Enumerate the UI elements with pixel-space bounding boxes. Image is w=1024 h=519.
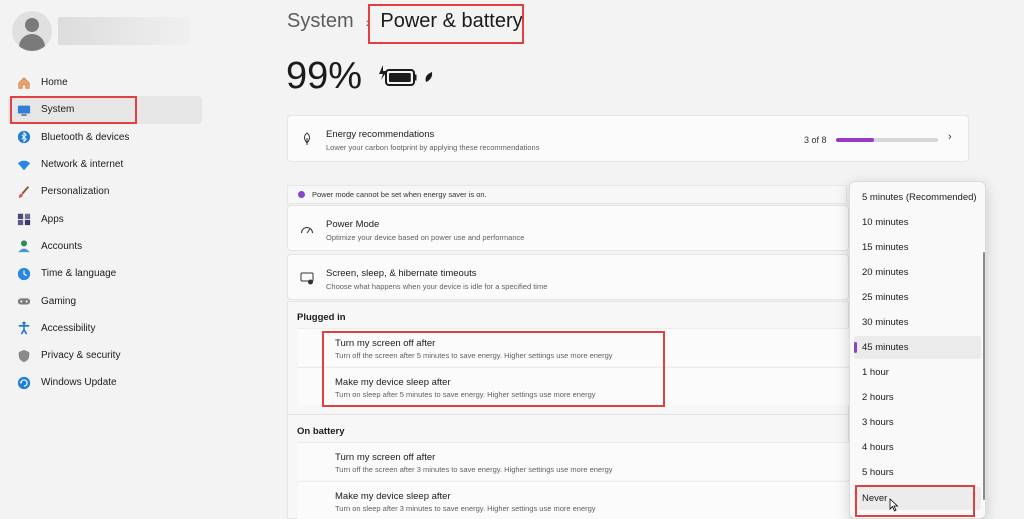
info-dot-icon [298,191,305,198]
plugged-in-label: Plugged in [297,312,346,323]
sidebar-item-network[interactable]: Network & internet [8,151,202,178]
update-icon [17,376,31,390]
brush-icon [17,185,31,199]
sidebar-item-label: Personalization [41,186,110,198]
energy-progress-bar [836,138,938,142]
chevron-right-icon: › [365,13,371,30]
on-battery-label: On battery [297,426,345,437]
dropdown-option[interactable]: 5 hours [854,461,981,484]
apps-icon [17,212,31,226]
energy-subtitle: Lower your carbon footprint by applying … [326,143,540,152]
battery-screen-off-title: Turn my screen off after [335,452,436,463]
sidebar-item-label: Home [41,77,68,89]
plugged-screen-off-title: Turn my screen off after [335,338,436,349]
globe-clock-icon [17,267,31,281]
sidebar-item-label: Accounts [41,240,83,252]
dropdown-option-selected[interactable]: 45 minutes [854,336,981,359]
dropdown-option[interactable]: 2 hours [854,386,981,409]
timeouts-title: Screen, sleep, & hibernate timeouts [326,268,477,279]
sidebar-item-accessibility[interactable]: Accessibility [8,315,202,342]
notice-text: Power mode cannot be set when energy sav… [312,190,487,199]
system-icon [17,103,31,117]
sidebar-item-label: System [41,104,75,116]
energy-progress-fill [836,138,875,142]
battery-sleep-subtitle: Turn on sleep after 3 minutes to save en… [335,504,596,513]
gamepad-icon [17,294,31,308]
sidebar-item-label: Gaming [41,295,77,307]
breadcrumb-parent[interactable]: System [287,10,354,33]
screen-sleep-icon [300,271,314,285]
sidebar-item-label: Apps [41,213,64,225]
mouse-cursor-icon [889,498,899,517]
energy-recommendations-card[interactable]: Energy recommendations Lower your carbon… [287,115,969,162]
username-redacted [58,17,190,45]
wifi-icon [17,158,31,172]
accounts-icon [17,239,31,253]
sidebar-item-bluetooth[interactable]: Bluetooth & devices [8,124,202,151]
breadcrumb: System › Power & battery [287,10,523,33]
dropdown-option[interactable]: 1 hour [854,361,981,384]
chevron-right-icon: › [948,131,952,143]
battery-status: 99% [286,55,434,98]
sidebar-item-system[interactable]: System [8,96,202,124]
dropdown-option[interactable]: 15 minutes [854,236,981,259]
battery-screen-off-row[interactable]: Turn my screen off after Turn off the sc… [298,442,849,480]
bluetooth-icon [17,130,31,144]
dropdown-option-never[interactable]: Never [854,487,981,510]
page-title: Power & battery [380,10,523,32]
avatar[interactable] [12,11,52,51]
timeouts-card[interactable]: Screen, sleep, & hibernate timeouts Choo… [287,254,849,300]
sidebar-item-gaming[interactable]: Gaming [8,287,202,314]
sidebar-item-personalization[interactable]: Personalization [8,178,202,205]
plugged-sleep-title: Make my device sleep after [335,377,451,388]
sidebar-item-apps[interactable]: Apps [8,205,202,232]
plugged-screen-off-row[interactable]: Turn my screen off after Turn off the sc… [298,328,849,366]
battery-screen-off-subtitle: Turn off the screen after 3 minutes to s… [335,465,613,474]
energy-saver-notice: Power mode cannot be set when energy sav… [287,185,847,204]
battery-percent: 99% [286,55,363,97]
leaf-icon [424,71,434,83]
plugged-sleep-row[interactable]: Make my device sleep after Turn on sleep… [298,367,849,405]
sidebar-item-label: Windows Update [41,377,117,389]
shield-icon [17,349,31,363]
sidebar-item-label: Bluetooth & devices [41,131,130,143]
sidebar: Home System Bluetooth & devices Network … [0,0,215,519]
plugged-screen-off-subtitle: Turn off the screen after 5 minutes to s… [335,351,613,360]
battery-sleep-title: Make my device sleep after [335,491,451,502]
dropdown-option[interactable]: 10 minutes [854,211,981,234]
sidebar-item-time-language[interactable]: Time & language [8,260,202,287]
energy-title: Energy recommendations [326,129,435,140]
sidebar-item-windows-update[interactable]: Windows Update [8,369,202,396]
sidebar-item-label: Privacy & security [41,350,121,362]
sidebar-nav: Home System Bluetooth & devices Network … [8,69,202,397]
sidebar-item-label: Time & language [41,268,117,280]
power-mode-card[interactable]: Power Mode Optimize your device based on… [287,205,849,251]
timeouts-subtitle: Choose what happens when your device is … [326,282,548,291]
sidebar-item-label: Accessibility [41,322,96,334]
divider [287,414,849,415]
battery-sleep-row[interactable]: Make my device sleep after Turn on sleep… [298,481,849,519]
dropdown-option[interactable]: 25 minutes [854,286,981,309]
home-icon [17,76,31,90]
accessibility-icon [17,321,31,335]
speedometer-icon [300,223,314,237]
timeout-dropdown-menu[interactable]: 5 minutes (Recommended) 10 minutes 15 mi… [849,181,986,519]
dropdown-option[interactable]: 20 minutes [854,261,981,284]
dropdown-option[interactable]: 4 hours [854,436,981,459]
power-mode-title: Power Mode [326,219,380,230]
plugged-sleep-subtitle: Turn on sleep after 5 minutes to save en… [335,390,596,399]
sidebar-item-accounts[interactable]: Accounts [8,233,202,260]
energy-progress-label: 3 of 8 [804,135,827,145]
leaf-outline-icon [300,132,314,146]
sidebar-item-home[interactable]: Home [8,69,202,96]
dropdown-scrollbar[interactable] [983,252,985,500]
sidebar-item-privacy[interactable]: Privacy & security [8,342,202,369]
sidebar-item-label: Network & internet [41,159,124,171]
dropdown-option[interactable]: 3 hours [854,411,981,434]
dropdown-option[interactable]: 30 minutes [854,311,981,334]
power-mode-subtitle: Optimize your device based on power use … [326,233,525,242]
dropdown-option[interactable]: 5 minutes (Recommended) [854,186,981,209]
